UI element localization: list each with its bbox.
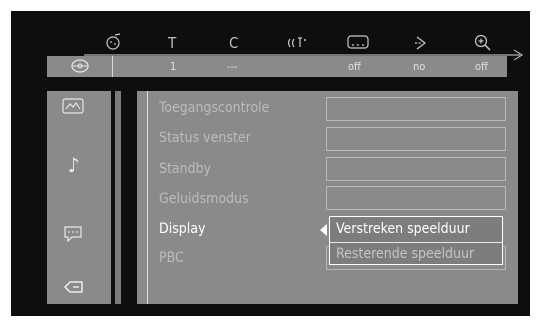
audio-settings-icon[interactable]: ♪ bbox=[68, 154, 79, 176]
menu-item-geluidsmodus[interactable]: Geluidsmodus bbox=[159, 190, 249, 208]
menu-item-standby[interactable]: Standby bbox=[159, 160, 211, 178]
status-chapter: --- bbox=[227, 60, 238, 73]
display-dropdown[interactable]: Verstreken speelduur Resterende speelduu… bbox=[329, 216, 503, 265]
status-subtitle: off bbox=[348, 60, 361, 73]
value-field-standby[interactable] bbox=[326, 157, 506, 181]
dropdown-option-verstreken-speelduur[interactable]: Verstreken speelduur bbox=[336, 220, 470, 238]
disc-icon bbox=[70, 58, 90, 78]
value-field-toegangscontrole[interactable] bbox=[326, 97, 506, 121]
dropdown-pointer-icon bbox=[320, 221, 328, 240]
settings-sidebar bbox=[47, 91, 111, 304]
value-field-status-venster[interactable] bbox=[326, 127, 506, 151]
value-field-geluidsmodus[interactable] bbox=[326, 186, 506, 210]
sidebar-scroll-track bbox=[115, 91, 121, 304]
status-divider bbox=[112, 56, 113, 77]
panel-divider bbox=[147, 91, 148, 304]
features-settings-icon[interactable] bbox=[62, 279, 84, 298]
status-title: 1 bbox=[170, 60, 177, 73]
menu-item-toegangscontrole[interactable]: Toegangscontrole bbox=[159, 99, 269, 117]
dropdown-option-resterende-speelduur[interactable]: Resterende speelduur bbox=[336, 245, 474, 263]
status-zoom: off bbox=[475, 60, 488, 73]
status-angle: no bbox=[413, 60, 426, 73]
status-bar bbox=[47, 56, 507, 77]
picture-settings-icon[interactable] bbox=[62, 98, 84, 118]
menu-item-pbc[interactable]: PBC bbox=[159, 249, 184, 267]
menu-item-status-venster[interactable]: Status venster bbox=[159, 129, 251, 147]
language-settings-icon[interactable] bbox=[64, 226, 82, 247]
dropdown-separator bbox=[330, 242, 502, 243]
menu-item-display[interactable]: Display bbox=[159, 220, 205, 238]
